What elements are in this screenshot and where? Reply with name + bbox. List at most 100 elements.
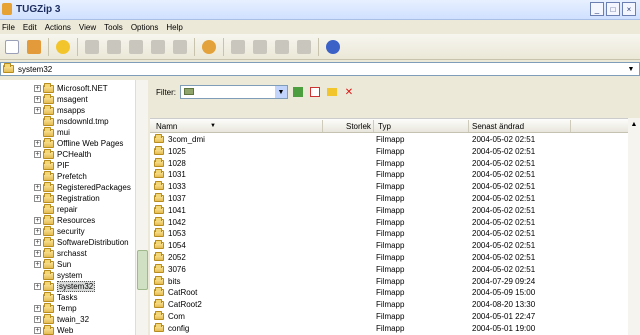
new-archive-button[interactable] xyxy=(2,37,22,57)
tree-item[interactable]: + security xyxy=(34,225,85,237)
expand-icon[interactable]: + xyxy=(34,327,41,334)
table-row[interactable]: 3com_dmi Filmapp 2004-05-02 02:51 xyxy=(150,134,628,145)
tree-item-label: msdownld.tmp xyxy=(57,117,109,126)
tree-item[interactable]: + Microsoft.NET xyxy=(34,82,108,94)
header-size[interactable]: Storlek xyxy=(346,122,371,131)
expand-icon[interactable]: + xyxy=(34,250,41,257)
extract-button[interactable] xyxy=(82,37,102,57)
tree-item[interactable]: + twain_32 xyxy=(34,313,89,325)
table-row[interactable]: 1042 Filmapp 2004-05-02 02:51 xyxy=(150,216,628,228)
view-button[interactable] xyxy=(148,37,168,57)
menu-tools[interactable]: Tools xyxy=(104,23,123,32)
table-row[interactable]: 2052 Filmapp 2004-05-02 02:51 xyxy=(150,252,628,263)
tree-item[interactable]: + msapps xyxy=(34,104,85,116)
expand-icon[interactable]: + xyxy=(34,217,41,224)
table-row[interactable]: 1053 Filmapp 2004-05-02 02:51 xyxy=(150,228,628,239)
expand-icon[interactable]: + xyxy=(34,239,41,246)
path-combobox[interactable]: system32 ▼ xyxy=(0,62,640,76)
menu-file[interactable]: File xyxy=(2,23,15,32)
table-row[interactable]: 1025 Filmapp 2004-05-02 02:51 xyxy=(150,145,628,157)
header-date[interactable]: Senast ändrad xyxy=(472,122,524,131)
expand-icon[interactable]: + xyxy=(34,85,41,92)
table-row[interactable]: config Filmapp 2004-05-01 19:00 xyxy=(150,322,628,334)
table-row[interactable]: Com Filmapp 2004-05-01 22:47 xyxy=(150,311,628,322)
tree-item[interactable]: + Temp xyxy=(34,302,77,314)
expand-icon[interactable]: + xyxy=(34,96,41,103)
compress-button[interactable] xyxy=(228,37,248,57)
menu-edit[interactable]: Edit xyxy=(23,23,37,32)
expand-icon[interactable]: + xyxy=(34,140,41,147)
tree-item[interactable]: system xyxy=(34,269,82,281)
table-row[interactable]: CatRoot2 Filmapp 2004-08-20 13:30 xyxy=(150,299,628,310)
table-row[interactable]: 1054 Filmapp 2004-05-02 02:51 xyxy=(150,240,628,251)
tree-item[interactable]: + Registration xyxy=(34,192,100,204)
tree-item[interactable]: + Offline Web Pages xyxy=(34,137,123,149)
expand-icon[interactable]: + xyxy=(34,283,41,290)
list-scrollbar[interactable]: ▲ xyxy=(628,118,640,335)
chevron-down-icon[interactable]: ▼ xyxy=(625,64,637,74)
expand-icon[interactable]: + xyxy=(34,151,41,158)
menu-actions[interactable]: Actions xyxy=(45,23,71,32)
table-row[interactable]: 1033 Filmapp 2004-05-02 02:51 xyxy=(150,181,628,192)
folder-tree[interactable]: + Microsoft.NET + msagent + msapps msdownld.tm… xyxy=(0,80,148,335)
tree-scrollbar[interactable] xyxy=(135,80,148,335)
table-row[interactable]: 1041 Filmapp 2004-05-02 02:51 xyxy=(150,204,628,216)
expand-icon[interactable]: + xyxy=(34,195,41,202)
tree-item[interactable]: mui xyxy=(34,126,70,138)
tree-item[interactable]: Prefetch xyxy=(34,170,87,182)
settings-button[interactable] xyxy=(199,37,219,57)
tree-item[interactable]: + PCHealth xyxy=(34,148,91,160)
expand-icon[interactable]: + xyxy=(34,184,41,191)
tree-item[interactable]: repair xyxy=(34,203,77,215)
tree-item[interactable]: PIF xyxy=(34,159,69,171)
menu-help[interactable]: Help xyxy=(166,23,182,32)
menu-view[interactable]: View xyxy=(79,23,96,32)
table-row[interactable]: CatRoot Filmapp 2004-05-09 15:00 xyxy=(150,287,628,298)
tree-item[interactable]: + SoftwareDistribution xyxy=(34,236,129,248)
table-row[interactable]: 1031 Filmapp 2004-05-02 02:51 xyxy=(150,169,628,180)
tree-item[interactable]: + msagent xyxy=(34,93,88,105)
tree-item[interactable]: + RegisteredPackages xyxy=(34,181,131,193)
tree-item[interactable]: Tasks xyxy=(34,291,77,303)
expand-icon[interactable]: + xyxy=(34,316,41,323)
wrap-button[interactable] xyxy=(250,37,270,57)
open-archive-button[interactable] xyxy=(24,37,44,57)
table-row[interactable]: bits Filmapp 2004-07-29 09:24 xyxy=(150,275,628,287)
info-button[interactable] xyxy=(323,37,343,57)
minimize-button[interactable]: _ xyxy=(590,2,604,16)
close-button[interactable]: × xyxy=(622,2,636,16)
tree-item[interactable]: + Resources xyxy=(34,214,95,226)
expand-icon[interactable]: + xyxy=(34,228,41,235)
expand-icon[interactable]: + xyxy=(34,261,41,268)
scroll-up-icon[interactable]: ▲ xyxy=(628,118,640,130)
toolbar xyxy=(0,34,640,60)
file-list[interactable]: Namn ▼ Storlek Typ Senast ändrad 3com_dm… xyxy=(150,118,628,335)
add-button[interactable] xyxy=(104,37,124,57)
table-row[interactable]: 1037 Filmapp 2004-05-02 02:51 xyxy=(150,193,628,204)
filter-select[interactable]: ▼ xyxy=(180,85,288,99)
new-folder-button[interactable] xyxy=(325,85,339,99)
repair-button[interactable] xyxy=(272,37,292,57)
tree-item[interactable]: + system32 xyxy=(34,280,96,292)
maximize-button[interactable]: □ xyxy=(606,2,620,16)
expand-icon[interactable]: + xyxy=(34,305,41,312)
tree-item[interactable]: + Web xyxy=(34,324,73,335)
test-button[interactable] xyxy=(294,37,314,57)
table-row[interactable]: 1028 Filmapp 2004-05-02 02:51 xyxy=(150,157,628,169)
chevron-down-icon[interactable]: ▼ xyxy=(275,86,287,98)
delete-button[interactable] xyxy=(126,37,146,57)
header-name[interactable]: Namn xyxy=(156,122,177,131)
tree-item[interactable]: + Sun xyxy=(34,258,71,270)
tree-scroll-thumb[interactable] xyxy=(137,250,148,290)
clear-filter-button[interactable]: ✕ xyxy=(342,85,356,99)
header-type[interactable]: Typ xyxy=(378,122,391,131)
tree-item[interactable]: + srchasst xyxy=(34,247,87,259)
tree-item[interactable]: msdownld.tmp xyxy=(34,115,109,127)
filter-edit-button[interactable] xyxy=(308,85,322,99)
favorites-button[interactable] xyxy=(53,37,73,57)
find-button[interactable] xyxy=(170,37,190,57)
table-row[interactable]: 3076 Filmapp 2004-05-02 02:51 xyxy=(150,263,628,275)
expand-icon[interactable]: + xyxy=(34,107,41,114)
menu-options[interactable]: Options xyxy=(131,23,159,32)
filter-apply-button[interactable] xyxy=(291,85,305,99)
